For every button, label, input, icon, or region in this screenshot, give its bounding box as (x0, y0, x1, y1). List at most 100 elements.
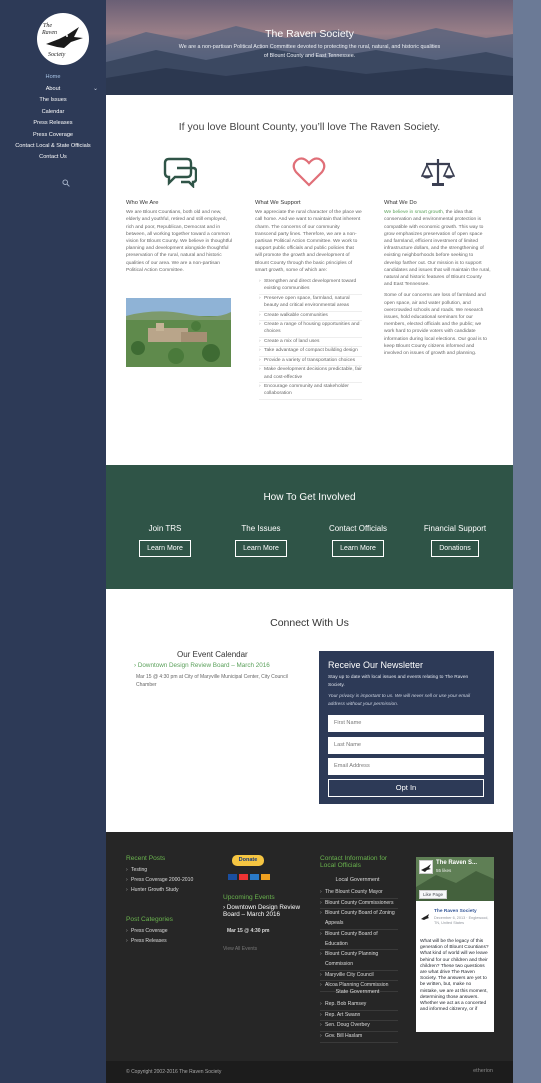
upcoming-event-label: Downtown Design Review Board – March 201… (223, 904, 301, 918)
contact-officials-learn-more-button[interactable]: Learn More (332, 540, 384, 557)
list-item: Preserve open space, farmland, natural b… (259, 295, 362, 312)
list-item: Take advantage of compact building desig… (259, 347, 362, 357)
nav-item-about-label: About (45, 85, 61, 92)
what-we-do-text-rest: the idea that conservation and environme… (384, 210, 491, 288)
payment-cards-icon (228, 867, 270, 885)
official-link[interactable]: The Blount County Mayor (320, 888, 398, 899)
search-icon[interactable] (62, 174, 70, 192)
hero-banner: The Raven Society We are a non-partisan … (106, 0, 513, 95)
facebook-page-name[interactable]: The Raven S... (436, 860, 477, 866)
official-link[interactable]: Maryville City Council (320, 971, 398, 982)
list-item: Create a mix of land uses (259, 338, 362, 348)
official-link[interactable]: Blount County Board of Zoning Appeals (320, 909, 398, 930)
hero-subtitle: We are a non-partisan Political Action C… (178, 44, 441, 59)
maryville-aerial-image (126, 298, 231, 367)
join-trs-label: Join TRS (148, 524, 182, 533)
recent-post-link[interactable]: Testing (126, 865, 193, 875)
get-involved-section: How To Get Involved Join TRS Learn More … (106, 465, 513, 589)
newsletter-subtitle: Stay up to date with local issues and ev… (328, 675, 469, 688)
state-officials-list: Rep. Bob Ramsey Rep. Art Swann Sen. Doug… (320, 1000, 398, 1043)
last-name-field[interactable]: Last Name (328, 737, 484, 754)
nav-item-contact-officials[interactable]: Contact Local & State Officials (0, 141, 106, 152)
category-link[interactable]: Press Releases (126, 936, 168, 946)
opt-in-button[interactable]: Opt In (328, 779, 484, 797)
scales-icon (420, 156, 456, 193)
heart-icon (292, 156, 326, 193)
facebook-post-author[interactable]: The Raven Society (434, 909, 477, 914)
facebook-post-text: What will be the legacy of this generati… (420, 939, 489, 1013)
smart-growth-list: Strengthen and direct development toward… (255, 278, 362, 400)
who-we-are-text: We are Blount Countians, both old and ne… (126, 210, 233, 273)
newsletter-title: Receive Our Newsletter (328, 660, 424, 670)
local-government-heading: Local Government (335, 877, 380, 883)
post-categories-list: Press Coverage Press Releases (126, 926, 168, 946)
first-name-field[interactable]: First Name (328, 715, 484, 732)
recent-post-link[interactable]: Press Coverage 2000-2010 (126, 875, 193, 885)
event-link[interactable]: › Downtown Design Review Board – March 2… (134, 662, 270, 669)
official-link[interactable]: Rep. Bob Ramsey (320, 1000, 398, 1011)
official-link[interactable]: Rep. Art Swann (320, 1011, 398, 1022)
view-all-events-link[interactable]: View All Events (223, 946, 257, 952)
what-we-support-column: What We Support We appreciate the rural … (255, 200, 362, 400)
developer-credit-link[interactable]: etherion (473, 1068, 493, 1074)
raven-logo-icon: The Raven Society (41, 23, 83, 58)
what-we-do-column: What We Do We believe in smart growth, t… (384, 200, 491, 361)
chevron-down-icon[interactable]: ⌄ (93, 84, 98, 96)
svg-text:Raven: Raven (41, 30, 57, 36)
newsletter-privacy: Your privacy is important to us. We will… (328, 694, 471, 707)
what-we-do-concerns: Some of our concerns are loss of farmlan… (384, 293, 488, 357)
official-link[interactable]: Blount County Commissioners (320, 899, 398, 910)
recent-posts-list: Testing Press Coverage 2000-2010 Hunter … (126, 865, 193, 895)
issues-learn-more-button[interactable]: Learn More (235, 540, 287, 557)
list-item: Create walkable communities (259, 312, 362, 322)
event-link-label: Downtown Design Review Board – March 201… (137, 662, 270, 669)
contact-officials-title: Contact Information for Local Officials (320, 855, 388, 869)
recent-post-link[interactable]: Hunter Growth Study (126, 885, 193, 895)
copyright-text: © Copyright 2002-2016 The Raven Society (126, 1069, 222, 1075)
nav-item-home[interactable]: Home (0, 72, 106, 84)
main-content: The Raven Society We are a non-partisan … (106, 0, 513, 1083)
list-item: Make development decisions predictable, … (259, 366, 362, 383)
get-involved-title: How To Get Involved (263, 492, 356, 503)
connect-title: Connect With Us (270, 617, 349, 629)
donate-button[interactable]: Donate (232, 855, 264, 866)
donations-button[interactable]: Donations (431, 540, 479, 557)
recent-posts-title: Recent Posts (126, 855, 166, 862)
financial-support-block: Financial Support Donations (410, 524, 500, 557)
list-item: Strengthen and direct development toward… (259, 278, 362, 295)
what-we-support-title: What We Support (255, 200, 301, 206)
contact-officials-label: Contact Officials (328, 524, 388, 533)
contact-officials-block: Contact Officials Learn More (313, 524, 403, 557)
nav-item-about[interactable]: About ⌄ (0, 84, 106, 96)
speech-bubbles-icon (163, 156, 198, 193)
what-we-do-title: What We Do (384, 200, 417, 206)
local-officials-list: The Blount County Mayor Blount County Co… (320, 888, 398, 993)
nav-item-calendar[interactable]: Calendar (0, 107, 106, 119)
event-calendar-title: Our Event Calendar (177, 650, 248, 659)
facebook-post-meta: December 6, 2013 · Englewood, TN, United… (434, 916, 489, 925)
issues-block: The Issues Learn More (216, 524, 306, 557)
issues-label: The Issues (241, 524, 281, 533)
official-link[interactable]: Blount County Planning Commission (320, 950, 398, 971)
hero-title: The Raven Society (265, 28, 354, 40)
facebook-likes: 55 likes (436, 868, 452, 873)
list-item: Encourage community and stakeholder coll… (259, 383, 362, 400)
financial-support-label: Financial Support (423, 524, 487, 533)
nav-item-press-coverage[interactable]: Press Coverage (0, 130, 106, 142)
join-trs-block: Join TRS Learn More (120, 524, 210, 557)
email-field[interactable]: Email Address (328, 758, 484, 775)
official-link[interactable]: Gov. Bill Haslam (320, 1032, 398, 1043)
join-trs-learn-more-button[interactable]: Learn More (139, 540, 191, 557)
facebook-widget: The Raven S... 55 likes Like Page The Ra… (416, 857, 494, 1032)
facebook-like-button[interactable]: Like Page (419, 890, 448, 899)
nav-item-contact-us[interactable]: Contact Us (0, 152, 106, 164)
smart-growth-link[interactable]: We believe in smart growth, (384, 210, 444, 215)
official-link[interactable]: Blount County Board of Education (320, 930, 398, 951)
upcoming-event-link[interactable]: › Downtown Design Review Board – March 2… (223, 904, 301, 918)
post-categories-title: Post Categories (126, 916, 173, 923)
official-link[interactable]: Sen. Doug Overbey (320, 1021, 398, 1033)
site-logo[interactable]: The Raven Society (37, 13, 89, 65)
nav-item-issues[interactable]: The Issues (0, 95, 106, 107)
nav-item-press-releases[interactable]: Press Releases (0, 118, 106, 130)
category-link[interactable]: Press Coverage (126, 926, 168, 936)
